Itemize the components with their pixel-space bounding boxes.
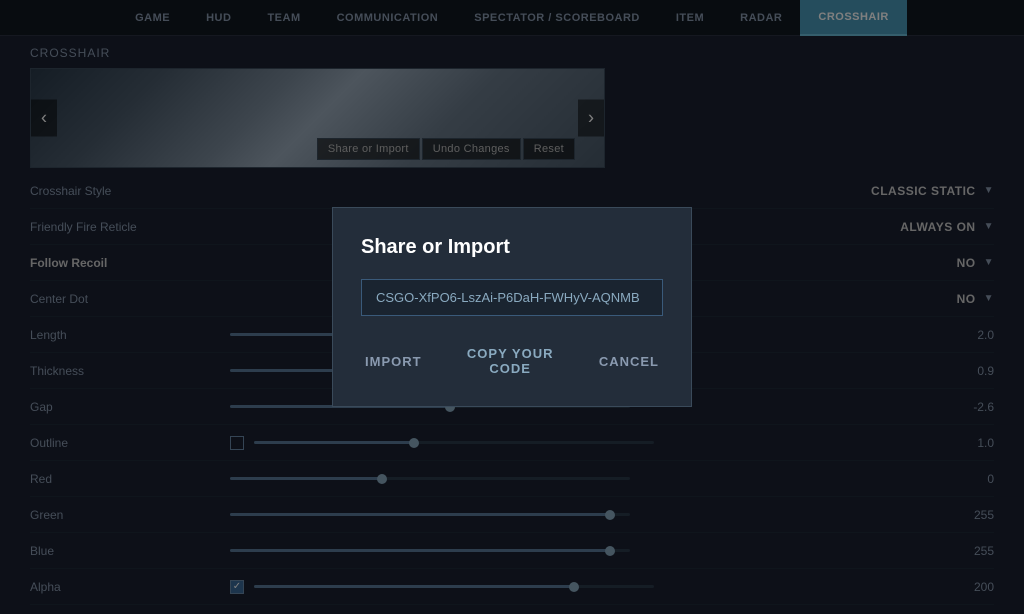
modal-title: Share or Import: [361, 236, 663, 259]
modal-actions: IMPORT COPY YOUR CODE CANCEL: [361, 340, 663, 382]
modal-overlay: Share or Import IMPORT COPY YOUR CODE CA…: [0, 0, 1024, 614]
share-import-modal: Share or Import IMPORT COPY YOUR CODE CA…: [332, 207, 692, 407]
code-input[interactable]: [361, 279, 663, 316]
import-button[interactable]: IMPORT: [361, 340, 426, 382]
cancel-button[interactable]: CANCEL: [595, 340, 663, 382]
copy-code-button[interactable]: COPY YOUR CODE: [446, 340, 575, 382]
